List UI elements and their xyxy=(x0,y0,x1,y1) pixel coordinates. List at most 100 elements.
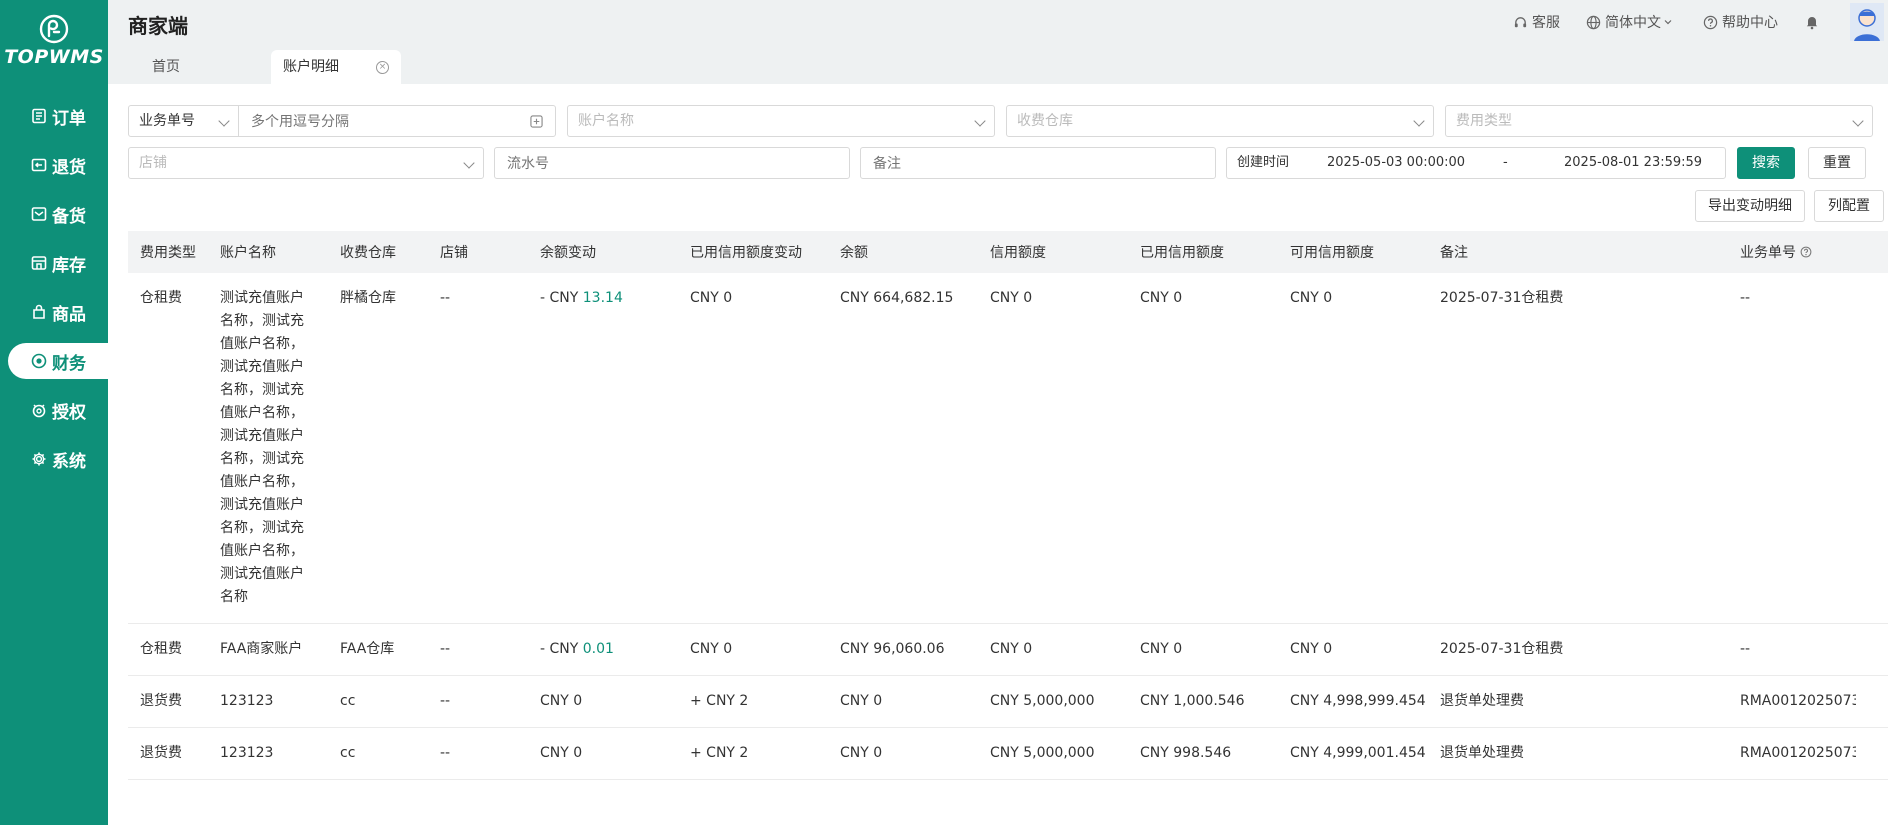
shop-select[interactable]: 店铺 xyxy=(128,147,484,179)
batch-input-icon[interactable] xyxy=(530,115,543,128)
account-name-select[interactable]: 账户名称 xyxy=(567,105,995,137)
balance-change-prefix: - CNY xyxy=(540,290,583,306)
fee-type-select[interactable]: 费用类型 xyxy=(1445,105,1873,137)
chevron-down-icon xyxy=(463,157,475,169)
tab-home[interactable]: 首页 xyxy=(152,50,180,84)
logo-icon xyxy=(39,14,69,44)
help-center-label: 帮助中心 xyxy=(1722,15,1778,31)
auth-icon xyxy=(32,404,46,418)
bell-icon xyxy=(1806,17,1818,30)
fee-type-placeholder: 费用类型 xyxy=(1456,113,1512,129)
cell-credit-limit: CNY 0 xyxy=(990,290,1033,306)
cell-credit-used-change: CNY 0 xyxy=(690,641,733,657)
cell-biz-no[interactable]: RMA00120250731160 xyxy=(1728,676,1856,727)
tab-label: 账户明细 xyxy=(283,59,339,75)
sidebar-item-label: 退货 xyxy=(52,157,86,178)
avatar[interactable] xyxy=(1850,3,1888,41)
chevron-down-icon xyxy=(1664,20,1672,25)
search-button[interactable]: 搜索 xyxy=(1737,147,1795,179)
stock-prep-icon xyxy=(31,207,47,221)
account-name-placeholder: 账户名称 xyxy=(578,113,634,129)
cell-account: 123123 xyxy=(220,745,274,761)
cell-account: 123123 xyxy=(220,693,274,709)
cell-credit-available: CNY 0 xyxy=(1290,290,1333,306)
sidebar-item-products[interactable]: 商品 xyxy=(0,294,108,330)
account-detail-table: 费用类型 账户名称 收费仓库 店铺 余额变动 已用信用额度变动 余额 信用额度 … xyxy=(128,231,1888,780)
export-button[interactable]: 导出变动明细 xyxy=(1695,190,1805,222)
biz-no-filter: 业务单号 xyxy=(128,105,556,138)
sidebar-item-system[interactable]: 系统 xyxy=(0,441,108,477)
sidebar-item-label: 库存 xyxy=(52,255,86,276)
column-config-button[interactable]: 列配置 xyxy=(1814,190,1884,222)
cell-credit-used: CNY 998.546 xyxy=(1140,745,1232,761)
gear-icon xyxy=(32,452,46,466)
cell-credit-used: CNY 1,000.546 xyxy=(1140,693,1245,709)
tab-account-details[interactable]: 账户明细 × xyxy=(271,50,401,84)
table-row: 仓租费 FAA商家账户 FAA仓库 -- - CNY 0.01 CNY 0 CN… xyxy=(128,624,1888,676)
top-header: 商家端 客服 简体中文 帮助中心 xyxy=(108,0,1888,44)
logo[interactable]: TOPWMS xyxy=(0,14,108,68)
sidebar-item-returns[interactable]: 退货 xyxy=(0,147,108,183)
help-center-button[interactable]: 帮助中心 xyxy=(1703,12,1778,32)
cell-shop: -- xyxy=(440,641,451,657)
table-row: 仓租费 测试充值账户名称，测试充值账户名称，测试充值账户名称，测试充值账户名称，… xyxy=(128,273,1888,624)
table-row: 退货费 123123 cc -- CNY 0 + CNY 2 CNY 0 CNY… xyxy=(128,728,1888,780)
language-select[interactable]: 简体中文 xyxy=(1586,12,1677,32)
date-end[interactable]: 2025-08-01 23:59:59 xyxy=(1564,148,1702,178)
sidebar-item-stock-prep[interactable]: 备货 xyxy=(0,196,108,232)
cell-remark: 2025-07-31仓租费 xyxy=(1440,641,1564,657)
return-icon xyxy=(31,158,47,172)
cell-biz-no[interactable]: RMA00120250731160 xyxy=(1728,728,1856,779)
cell-balance: CNY 96,060.06 xyxy=(840,641,945,657)
sidebar-item-finance[interactable]: 财务 xyxy=(8,343,108,379)
order-icon xyxy=(32,108,46,124)
language-label: 简体中文 xyxy=(1605,15,1661,31)
created-time-range[interactable]: 创建时间 2025-05-03 00:00:00 - 2025-08-01 23… xyxy=(1226,147,1726,179)
date-separator: - xyxy=(1503,155,1508,170)
biz-type-select[interactable]: 业务单号 xyxy=(129,106,239,136)
cell-biz-no[interactable]: -- xyxy=(1728,273,1856,623)
remark-field xyxy=(860,147,1216,180)
table-row: 退货费 123123 cc -- CNY 0 + CNY 2 CNY 0 CNY… xyxy=(128,676,1888,728)
col-shop: 店铺 xyxy=(440,245,468,261)
cell-biz-no[interactable]: -- xyxy=(1728,624,1856,675)
cell-shop: -- xyxy=(440,290,451,306)
sidebar-item-inventory[interactable]: 库存 xyxy=(0,245,108,281)
col-fee-type: 费用类型 xyxy=(140,245,196,261)
close-icon[interactable]: × xyxy=(376,61,389,74)
sidebar-nav: 订单 退货 备货 库存 商品 财务 授权 系统 xyxy=(0,98,108,490)
date-start[interactable]: 2025-05-03 00:00:00 xyxy=(1327,148,1465,178)
notification-button[interactable] xyxy=(1804,14,1824,30)
sidebar-item-auth[interactable]: 授权 xyxy=(0,392,108,428)
header-actions: 客服 简体中文 帮助中心 xyxy=(1513,0,1888,44)
biz-no-input[interactable] xyxy=(249,106,523,138)
chevron-down-icon xyxy=(1413,115,1425,127)
col-balance: 余额 xyxy=(840,245,868,261)
serial-no-input[interactable] xyxy=(505,148,839,180)
cell-credit-available: CNY 4,998,999.454 xyxy=(1290,693,1426,709)
customer-service-button[interactable]: 客服 xyxy=(1513,12,1560,32)
cell-fee-type: 退货费 xyxy=(140,693,182,709)
col-balance-change: 余额变动 xyxy=(540,245,596,261)
chevron-down-icon xyxy=(974,115,986,127)
sidebar-item-label: 系统 xyxy=(52,451,86,472)
created-time-label: 创建时间 xyxy=(1237,155,1290,170)
cell-balance: CNY 0 xyxy=(840,693,883,709)
col-credit-limit: 信用额度 xyxy=(990,245,1046,261)
help-icon[interactable] xyxy=(1800,246,1812,258)
cell-balance-change: CNY 0 xyxy=(528,676,678,727)
cell-credit-used: CNY 0 xyxy=(1140,641,1183,657)
sidebar: TOPWMS 订单 退货 备货 库存 商品 财务 授权 系统 xyxy=(0,0,108,825)
sidebar-item-label: 商品 xyxy=(52,304,86,325)
balance-change-value: 13.14 xyxy=(582,290,623,306)
chevron-down-icon xyxy=(1852,115,1864,127)
cell-balance-change: - CNY 13.14 xyxy=(528,273,678,623)
cell-remark: 退货单处理费 xyxy=(1440,693,1524,709)
reset-button[interactable]: 重置 xyxy=(1808,147,1866,179)
warehouse-select[interactable]: 收费仓库 xyxy=(1006,105,1434,137)
sidebar-item-orders[interactable]: 订单 xyxy=(0,98,108,134)
cell-shop: -- xyxy=(440,745,451,761)
remark-input[interactable] xyxy=(871,148,1205,180)
cell-warehouse: cc xyxy=(340,745,356,761)
balance-change-prefix: - CNY xyxy=(540,641,583,657)
